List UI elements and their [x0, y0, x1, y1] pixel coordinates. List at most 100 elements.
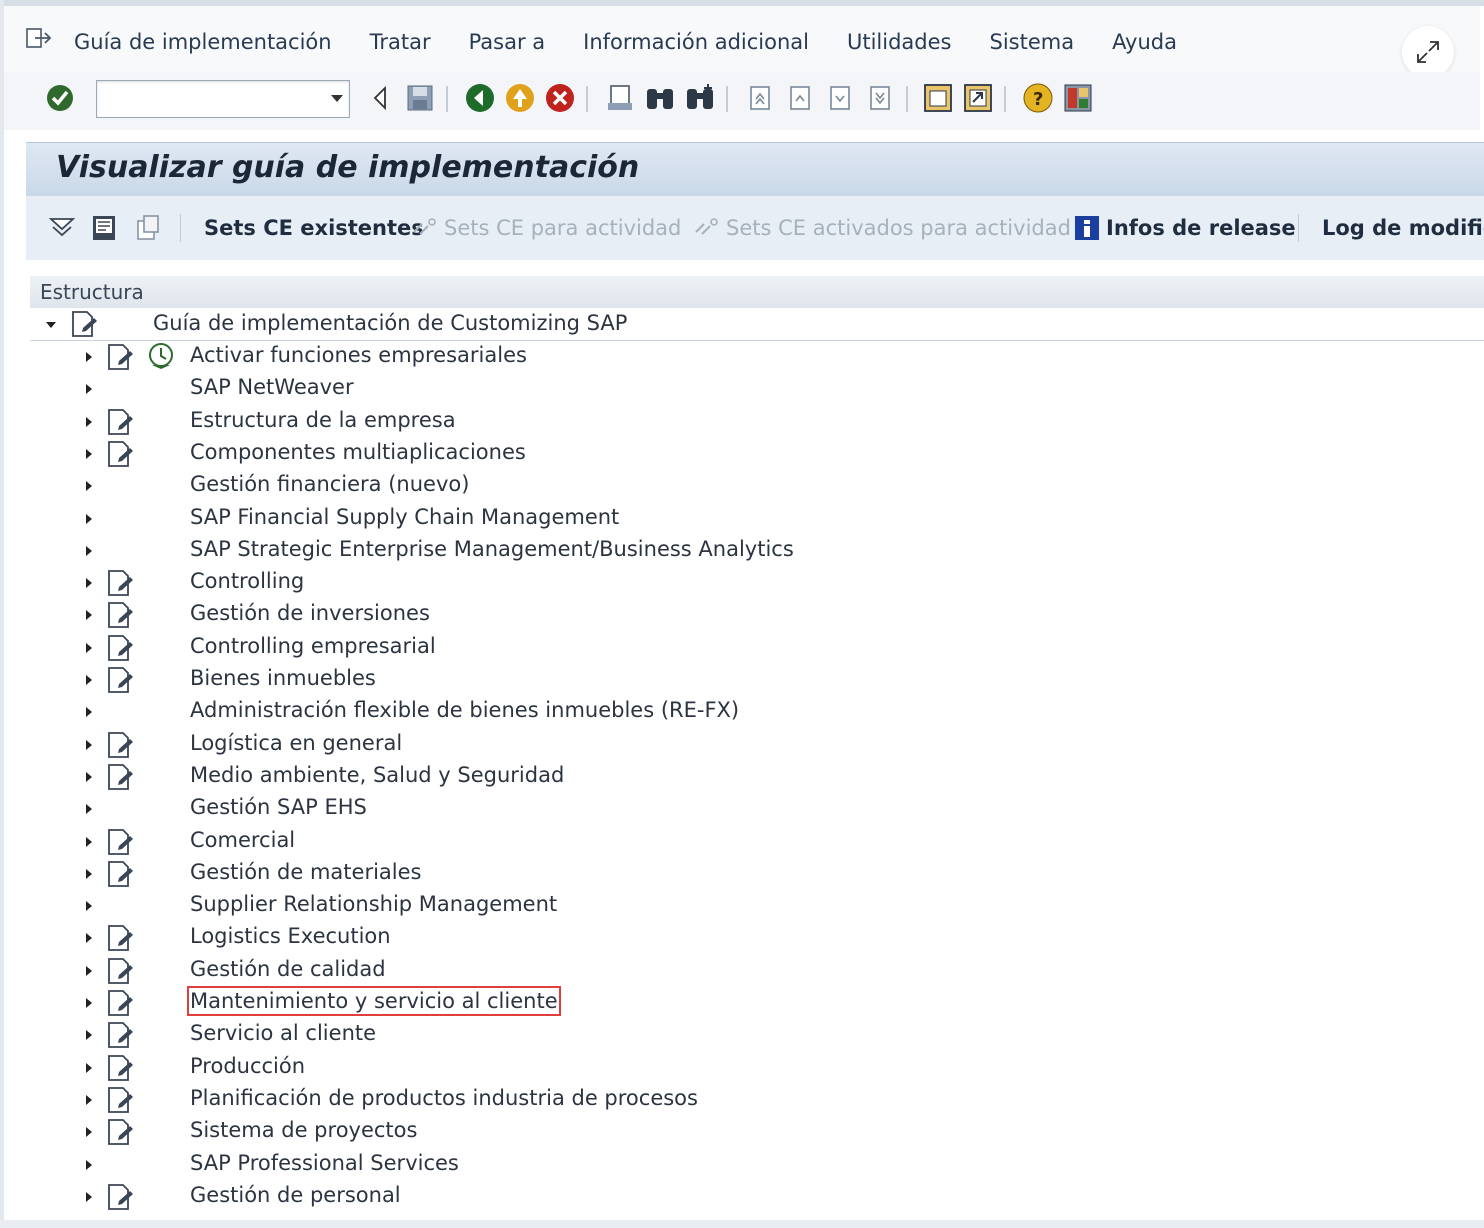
- find-button[interactable]: [644, 82, 676, 114]
- expand-caret-icon[interactable]: [86, 1095, 92, 1105]
- tree-node[interactable]: Gestión de materiales: [80, 858, 880, 890]
- tree-node[interactable]: Gestión financiera (nuevo): [80, 470, 880, 502]
- infos-release-button[interactable]: Infos de release: [1074, 212, 1296, 244]
- expand-caret-icon[interactable]: [86, 707, 92, 717]
- document-icon[interactable]: [106, 1118, 136, 1146]
- exit-button[interactable]: [504, 82, 536, 114]
- expand-caret-icon[interactable]: [86, 610, 92, 620]
- tree-node[interactable]: Sistema de proyectos: [80, 1116, 880, 1148]
- document-icon[interactable]: [106, 601, 136, 629]
- document-icon[interactable]: [106, 957, 136, 985]
- expand-caret-icon[interactable]: [86, 675, 92, 685]
- tree-node[interactable]: Estructura de la empresa: [80, 406, 880, 438]
- document-icon[interactable]: [106, 666, 136, 694]
- tree-node[interactable]: Producción: [80, 1052, 880, 1084]
- document-icon[interactable]: [106, 408, 136, 436]
- document-icon[interactable]: [106, 1183, 136, 1211]
- tree-node[interactable]: SAP NetWeaver: [80, 373, 880, 405]
- print-button[interactable]: [604, 82, 636, 114]
- tree-node[interactable]: Comercial: [80, 826, 880, 858]
- document-icon[interactable]: [106, 828, 136, 856]
- tree-node[interactable]: Planificación de productos industria de …: [80, 1084, 880, 1116]
- activation-clock-icon[interactable]: [146, 341, 176, 369]
- filter-button[interactable]: [46, 212, 78, 244]
- find-next-button[interactable]: [684, 82, 716, 114]
- tree-node[interactable]: Controlling empresarial: [80, 632, 880, 664]
- expand-caret-icon[interactable]: [86, 384, 92, 394]
- copy-button[interactable]: [132, 212, 164, 244]
- last-page-button[interactable]: [864, 82, 896, 114]
- menu-informacion-adicional[interactable]: Información adicional: [583, 30, 809, 54]
- expand-caret-icon[interactable]: [86, 998, 92, 1008]
- menu-tratar[interactable]: Tratar: [370, 30, 431, 54]
- expand-caret-icon[interactable]: [86, 481, 92, 491]
- document-icon[interactable]: [106, 440, 136, 468]
- next-page-button[interactable]: [824, 82, 856, 114]
- log-modificaciones-button[interactable]: Log de modifica: [1322, 212, 1484, 244]
- sets-ce-para-actividad-button[interactable]: Sets CE para actividad: [410, 212, 681, 244]
- tree-node[interactable]: Activar funciones empresariales: [80, 341, 880, 373]
- expand-caret-icon[interactable]: [86, 546, 92, 556]
- save-button[interactable]: [404, 82, 436, 114]
- expand-caret-icon[interactable]: [86, 578, 92, 588]
- first-page-button[interactable]: [744, 82, 776, 114]
- previous-page-button[interactable]: [784, 82, 816, 114]
- document-icon[interactable]: [106, 1054, 136, 1082]
- enter-button[interactable]: [44, 82, 76, 114]
- menu-pasar-a[interactable]: Pasar a: [469, 30, 546, 54]
- menu-utilidades[interactable]: Utilidades: [847, 30, 952, 54]
- tree-node[interactable]: Mantenimiento y servicio al cliente: [80, 986, 880, 1019]
- expand-caret-icon[interactable]: [86, 901, 92, 911]
- documentation-button[interactable]: [88, 212, 120, 244]
- tree-node[interactable]: SAP Financial Supply Chain Management: [80, 503, 880, 535]
- cancel-button[interactable]: [544, 82, 576, 114]
- expand-caret-icon[interactable]: [86, 1030, 92, 1040]
- customize-layout-button[interactable]: [1062, 82, 1094, 114]
- document-icon[interactable]: [106, 1021, 136, 1049]
- tree-node[interactable]: Servicio al cliente: [80, 1019, 880, 1051]
- expand-caret-icon[interactable]: [86, 352, 92, 362]
- tree-node[interactable]: Gestión de inversiones: [80, 599, 880, 631]
- menu-ayuda[interactable]: Ayuda: [1112, 30, 1177, 54]
- tree-node[interactable]: Gestión de personal: [80, 1181, 880, 1213]
- help-button[interactable]: ?: [1022, 82, 1054, 114]
- expand-caret-icon[interactable]: [86, 772, 92, 782]
- expand-caret-icon[interactable]: [86, 837, 92, 847]
- expand-caret-icon[interactable]: [86, 966, 92, 976]
- menu-guia-implementacion[interactable]: Guía de implementación: [74, 30, 332, 54]
- collapse-caret-icon[interactable]: [46, 322, 56, 328]
- expand-caret-icon[interactable]: [86, 933, 92, 943]
- expand-caret-icon[interactable]: [86, 417, 92, 427]
- chevron-down-icon[interactable]: [331, 95, 343, 102]
- tree-node[interactable]: Administración flexible de bienes inmueb…: [80, 696, 880, 728]
- document-icon[interactable]: [106, 634, 136, 662]
- sets-ce-existentes-button[interactable]: Sets CE existentes: [204, 212, 424, 244]
- document-icon[interactable]: [106, 860, 136, 888]
- expand-caret-icon[interactable]: [86, 804, 92, 814]
- back-button[interactable]: [464, 82, 496, 114]
- tree-node[interactable]: Controlling: [80, 567, 880, 599]
- tree-node[interactable]: Logistics Execution: [80, 922, 880, 954]
- document-icon[interactable]: [106, 731, 136, 759]
- expand-caret-icon[interactable]: [86, 643, 92, 653]
- expand-caret-icon[interactable]: [86, 1127, 92, 1137]
- expand-caret-icon[interactable]: [86, 869, 92, 879]
- tree-node[interactable]: SAP Professional Services: [80, 1149, 880, 1181]
- expand-caret-icon[interactable]: [86, 1063, 92, 1073]
- tree-node[interactable]: Supplier Relationship Management: [80, 890, 880, 922]
- expand-caret-icon[interactable]: [86, 449, 92, 459]
- menu-exit-icon[interactable]: [26, 28, 52, 50]
- document-icon[interactable]: [106, 989, 136, 1017]
- collapse-toolbar-button[interactable]: [364, 82, 396, 114]
- tree-node[interactable]: Gestión SAP EHS: [80, 793, 880, 825]
- shortcut-button[interactable]: [962, 82, 994, 114]
- document-icon[interactable]: [106, 343, 136, 371]
- document-icon[interactable]: [106, 763, 136, 791]
- tree-node[interactable]: SAP Strategic Enterprise Management/Busi…: [80, 535, 880, 567]
- expand-caret-icon[interactable]: [86, 1160, 92, 1170]
- expand-caret-icon[interactable]: [86, 514, 92, 524]
- tree-node[interactable]: Bienes inmuebles: [80, 664, 880, 696]
- expand-button[interactable]: [1402, 26, 1454, 78]
- tree-node[interactable]: Logística en general: [80, 729, 880, 761]
- document-icon[interactable]: [70, 310, 100, 338]
